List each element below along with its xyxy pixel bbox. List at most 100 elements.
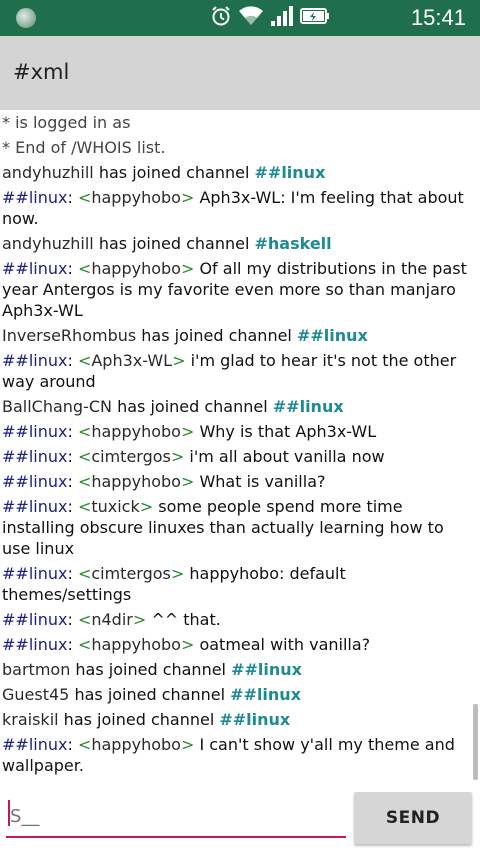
nick-bracket-close: > (180, 635, 200, 654)
join-text: has joined channel (70, 660, 232, 679)
nick-bracket-close: > (170, 564, 190, 583)
nick-bracket-open: < (77, 735, 92, 754)
log-line: ##linux: <Aph3x-WL> i'm glad to hear it'… (0, 348, 472, 394)
nick-bracket-close: > (180, 735, 200, 754)
app-toolbar: #xml (0, 36, 480, 110)
separator: : (67, 472, 78, 491)
join-user: Guest45 (2, 685, 70, 704)
join-channel: ##linux (219, 710, 291, 729)
log-line: ##linux: <happyhobo> I can't show y'all … (0, 732, 472, 778)
message-nick: happyhobo (91, 472, 181, 491)
nick-bracket-open: < (77, 564, 92, 583)
log-line: ##linux: <cimtergos> happyhobo: default … (0, 561, 472, 607)
nick-bracket-open: < (77, 472, 92, 491)
log-line: * End of /WHOIS list. (0, 135, 472, 160)
message-channel: ##linux (2, 422, 68, 441)
separator: : (67, 447, 78, 466)
channel-title: #xml (13, 60, 70, 84)
system-message-text: * End of /WHOIS list. (2, 138, 166, 157)
message-channel: ##linux (2, 188, 68, 207)
message-text: Why is that Aph3x-WL (199, 422, 377, 441)
app-notification-icon (16, 8, 36, 28)
join-text: has joined channel (136, 326, 297, 345)
join-text: has joined channel (112, 397, 273, 416)
send-button[interactable]: SEND (354, 792, 472, 844)
log-line: ##linux: <happyhobo> Of all my distribut… (0, 256, 472, 323)
join-user: InverseRhombus (2, 326, 137, 345)
log-line: ##linux: <happyhobo> Aph3x-WL: I'm feeli… (0, 185, 472, 231)
join-user: BallChang-CN (2, 397, 112, 416)
scrollbar[interactable] (473, 704, 478, 780)
separator: : (67, 188, 78, 207)
message-text: ^^ that. (151, 610, 221, 629)
join-user: bartmon (2, 660, 71, 679)
nick-bracket-close: > (139, 497, 159, 516)
log-line: InverseRhombus has joined channel ##linu… (0, 323, 472, 348)
log-line: * is logged in as (0, 110, 472, 135)
message-text: oatmeal with vanilla? (199, 635, 371, 654)
separator: : (67, 735, 78, 754)
message-channel: ##linux (2, 497, 68, 516)
nick-bracket-close: > (180, 422, 200, 441)
log-line: ##linux: <happyhobo> What is vanilla? (0, 469, 472, 494)
nick-bracket-open: < (77, 635, 92, 654)
join-channel: ##linux (296, 326, 368, 345)
join-text: has joined channel (58, 710, 220, 729)
log-line: andyhuzhill has joined channel #haskell (0, 231, 472, 256)
message-nick: happyhobo (91, 422, 181, 441)
join-channel: ##linux (231, 660, 302, 679)
battery-charging-icon (300, 6, 330, 30)
join-channel: ##linux (230, 685, 302, 704)
message-nick: cimtergos (91, 564, 171, 583)
log-line: Guest45 has joined channel ##linux (0, 682, 472, 707)
log-line: BallChang-CN has joined channel ##linux (0, 394, 472, 419)
message-text: What is vanilla? (199, 472, 326, 491)
nick-bracket-open: < (77, 610, 92, 629)
separator: : (67, 259, 78, 278)
message-channel: ##linux (2, 735, 68, 754)
log-line: ##linux: <tuxick> some people spend more… (0, 494, 472, 561)
separator: : (67, 610, 78, 629)
log-line: ##linux: <n4dir> ^^ that. (0, 607, 472, 632)
nick-bracket-open: < (77, 188, 92, 207)
log-line: ##linux: <happyhobo> oatmeal with vanill… (0, 632, 472, 657)
status-icons (204, 6, 330, 30)
nick-bracket-close: > (132, 610, 152, 629)
nick-bracket-close: > (180, 188, 200, 207)
log-line: kraiskil has joined channel ##linux (0, 707, 472, 732)
alarm-icon (210, 5, 232, 31)
input-bar: SEND (0, 784, 480, 854)
join-text: has joined channel (93, 163, 255, 182)
log-line: ##linux: <happyhobo> Why is that Aph3x-W… (0, 419, 472, 444)
text-cursor (8, 800, 10, 826)
message-input[interactable] (6, 796, 346, 838)
nick-bracket-open: < (77, 497, 92, 516)
message-channel: ##linux (2, 447, 68, 466)
join-text: has joined channel (69, 685, 231, 704)
message-channel: ##linux (2, 635, 68, 654)
status-bar: 15:41 (0, 0, 480, 36)
message-log[interactable]: * is logged in as * End of /WHOIS list. an… (0, 110, 472, 784)
log-line: bartmon has joined channel ##linux (0, 657, 472, 682)
join-channel: ##linux (254, 163, 326, 182)
nick-bracket-open: < (77, 447, 92, 466)
clock: 15:41 (410, 5, 466, 30)
nick-bracket-close: > (172, 351, 191, 370)
nick-bracket-open: < (77, 259, 92, 278)
message-channel: ##linux (2, 564, 68, 583)
separator: : (67, 422, 78, 441)
join-user: kraiskil (2, 710, 59, 729)
system-message-text: * is logged in as (2, 113, 131, 132)
log-line: ##linux: <cimtergos> i'm all about vanil… (0, 444, 472, 469)
separator: : (67, 635, 78, 654)
message-nick: cimtergos (91, 447, 171, 466)
separator: : (67, 564, 78, 583)
message-channel: ##linux (2, 472, 68, 491)
log-line: andyhuzhill has joined channel ##linux (0, 160, 472, 185)
message-nick: Aph3x-WL (91, 351, 173, 370)
join-user: andyhuzhill (2, 234, 94, 253)
message-channel: ##linux (2, 259, 68, 278)
signal-icon (270, 5, 294, 31)
join-text: has joined channel (93, 234, 255, 253)
nick-bracket-open: < (77, 351, 92, 370)
